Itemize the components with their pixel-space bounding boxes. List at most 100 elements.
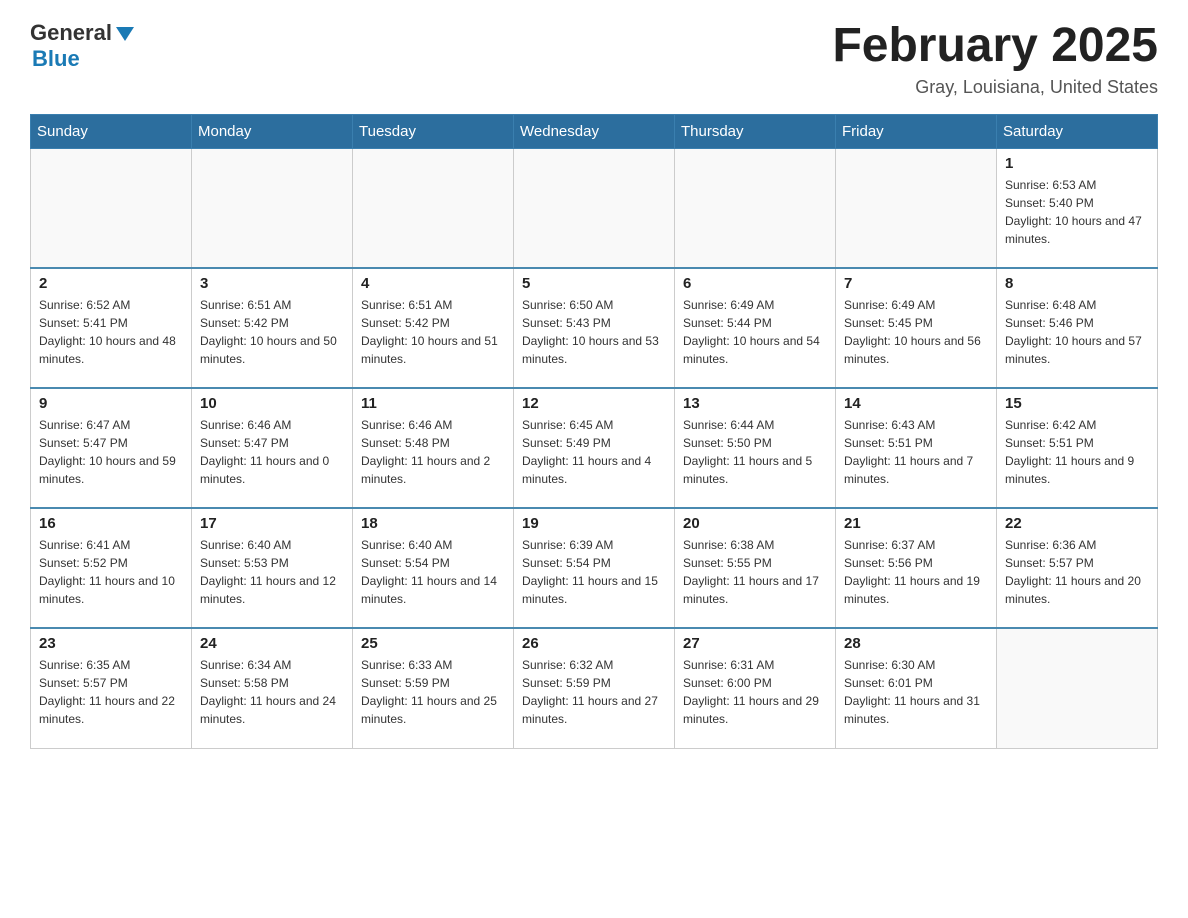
calendar-cell: 17 Sunrise: 6:40 AMSunset: 5:53 PMDayligh… [192,508,353,628]
calendar-cell [514,148,675,268]
day-info: Sunrise: 6:51 AMSunset: 5:42 PMDaylight:… [361,296,505,368]
column-header-friday: Friday [836,114,997,148]
day-number: 7 [844,275,988,292]
day-number: 20 [683,515,827,532]
calendar-cell: 18Sunrise: 6:40 AMSunset: 5:54 PMDayligh… [353,508,514,628]
calendar-cell: 3 Sunrise: 6:51 AMSunset: 5:42 PMDaylight… [192,268,353,388]
calendar-cell: 27 Sunrise: 6:31 AMSunset: 6:00 PMDayligh… [675,628,836,748]
calendar-cell [31,148,192,268]
calendar-cell: 22Sunrise: 6:36 AMSunset: 5:57 PMDayligh… [997,508,1158,628]
month-title: February 2025 [832,20,1158,73]
day-info: Sunrise: 6:53 AMSunset: 5:40 PMDaylight:… [1005,176,1149,248]
day-info: Sunrise: 6:50 AMSunset: 5:43 PMDaylight:… [522,296,666,368]
day-info: Sunrise: 6:40 AMSunset: 5:53 PMDaylight:… [200,536,344,608]
column-header-tuesday: Tuesday [353,114,514,148]
calendar-cell: 16 Sunrise: 6:41 AMSunset: 5:52 PMDayligh… [31,508,192,628]
calendar-cell [675,148,836,268]
day-info: Sunrise: 6:52 AMSunset: 5:41 PMDaylight:… [39,296,183,368]
calendar-cell: 25 Sunrise: 6:33 AMSunset: 5:59 PMDayligh… [353,628,514,748]
day-info: Sunrise: 6:47 AMSunset: 5:47 PMDaylight:… [39,416,183,488]
day-info: Sunrise: 6:33 AMSunset: 5:59 PMDaylight:… [361,656,505,728]
calendar-week-2: 9 Sunrise: 6:47 AMSunset: 5:47 PMDaylight… [31,388,1158,508]
logo: General Blue [30,20,136,72]
calendar-cell: 9 Sunrise: 6:47 AMSunset: 5:47 PMDaylight… [31,388,192,508]
day-info: Sunrise: 6:39 AMSunset: 5:54 PMDaylight:… [522,536,666,608]
day-number: 3 [200,275,344,292]
day-info: Sunrise: 6:35 AMSunset: 5:57 PMDaylight:… [39,656,183,728]
day-info: Sunrise: 6:42 AMSunset: 5:51 PMDaylight:… [1005,416,1149,488]
day-number: 2 [39,275,183,292]
calendar-cell: 13 Sunrise: 6:44 AMSunset: 5:50 PMDayligh… [675,388,836,508]
logo-general-text: General [30,20,112,46]
day-info: Sunrise: 6:40 AMSunset: 5:54 PMDaylight:… [361,536,505,608]
day-number: 21 [844,515,988,532]
day-number: 24 [200,635,344,652]
calendar-cell: 23 Sunrise: 6:35 AMSunset: 5:57 PMDayligh… [31,628,192,748]
calendar-cell: 12 Sunrise: 6:45 AMSunset: 5:49 PMDayligh… [514,388,675,508]
calendar-cell: 14Sunrise: 6:43 AMSunset: 5:51 PMDayligh… [836,388,997,508]
day-number: 8 [1005,275,1149,292]
day-info: Sunrise: 6:41 AMSunset: 5:52 PMDaylight:… [39,536,183,608]
day-number: 26 [522,635,666,652]
calendar-cell: 5 Sunrise: 6:50 AMSunset: 5:43 PMDaylight… [514,268,675,388]
calendar-cell [353,148,514,268]
column-header-thursday: Thursday [675,114,836,148]
day-info: Sunrise: 6:51 AMSunset: 5:42 PMDaylight:… [200,296,344,368]
day-number: 27 [683,635,827,652]
calendar-cell: 26Sunrise: 6:32 AMSunset: 5:59 PMDayligh… [514,628,675,748]
calendar-cell: 10 Sunrise: 6:46 AMSunset: 5:47 PMDayligh… [192,388,353,508]
day-info: Sunrise: 6:49 AMSunset: 5:44 PMDaylight:… [683,296,827,368]
calendar-cell: 21 Sunrise: 6:37 AMSunset: 5:56 PMDayligh… [836,508,997,628]
calendar-cell: 1 Sunrise: 6:53 AMSunset: 5:40 PMDaylight… [997,148,1158,268]
day-number: 15 [1005,395,1149,412]
day-info: Sunrise: 6:46 AMSunset: 5:47 PMDaylight:… [200,416,344,488]
day-info: Sunrise: 6:37 AMSunset: 5:56 PMDaylight:… [844,536,988,608]
day-info: Sunrise: 6:49 AMSunset: 5:45 PMDaylight:… [844,296,988,368]
day-info: Sunrise: 6:38 AMSunset: 5:55 PMDaylight:… [683,536,827,608]
page-header: General Blue February 2025 Gray, Louisia… [30,20,1158,98]
calendar-cell [836,148,997,268]
day-info: Sunrise: 6:34 AMSunset: 5:58 PMDaylight:… [200,656,344,728]
location: Gray, Louisiana, United States [832,77,1158,98]
day-number: 28 [844,635,988,652]
day-number: 13 [683,395,827,412]
day-number: 10 [200,395,344,412]
calendar-week-0: 1 Sunrise: 6:53 AMSunset: 5:40 PMDaylight… [31,148,1158,268]
day-number: 1 [1005,155,1149,172]
day-info: Sunrise: 6:46 AMSunset: 5:48 PMDaylight:… [361,416,505,488]
day-number: 23 [39,635,183,652]
calendar-cell [192,148,353,268]
calendar-cell: 24 Sunrise: 6:34 AMSunset: 5:58 PMDayligh… [192,628,353,748]
day-number: 16 [39,515,183,532]
title-area: February 2025 Gray, Louisiana, United St… [832,20,1158,98]
day-info: Sunrise: 6:31 AMSunset: 6:00 PMDaylight:… [683,656,827,728]
logo-triangle-icon [114,23,136,45]
day-number: 19 [522,515,666,532]
day-info: Sunrise: 6:45 AMSunset: 5:49 PMDaylight:… [522,416,666,488]
calendar-cell [997,628,1158,748]
calendar-cell: 28 Sunrise: 6:30 AMSunset: 6:01 PMDayligh… [836,628,997,748]
calendar-cell: 19 Sunrise: 6:39 AMSunset: 5:54 PMDayligh… [514,508,675,628]
calendar-cell: 11 Sunrise: 6:46 AMSunset: 5:48 PMDayligh… [353,388,514,508]
day-number: 12 [522,395,666,412]
calendar-week-4: 23 Sunrise: 6:35 AMSunset: 5:57 PMDayligh… [31,628,1158,748]
calendar-table: SundayMondayTuesdayWednesdayThursdayFrid… [30,114,1158,749]
day-info: Sunrise: 6:44 AMSunset: 5:50 PMDaylight:… [683,416,827,488]
day-number: 9 [39,395,183,412]
day-number: 25 [361,635,505,652]
day-info: Sunrise: 6:43 AMSunset: 5:51 PMDaylight:… [844,416,988,488]
day-number: 11 [361,395,505,412]
day-number: 5 [522,275,666,292]
day-info: Sunrise: 6:30 AMSunset: 6:01 PMDaylight:… [844,656,988,728]
day-number: 4 [361,275,505,292]
calendar-header-row: SundayMondayTuesdayWednesdayThursdayFrid… [31,114,1158,148]
calendar-cell: 4 Sunrise: 6:51 AMSunset: 5:42 PMDaylight… [353,268,514,388]
column-header-monday: Monday [192,114,353,148]
day-info: Sunrise: 6:48 AMSunset: 5:46 PMDaylight:… [1005,296,1149,368]
calendar-cell: 20 Sunrise: 6:38 AMSunset: 5:55 PMDayligh… [675,508,836,628]
calendar-cell: 6Sunrise: 6:49 AMSunset: 5:44 PMDaylight… [675,268,836,388]
column-header-saturday: Saturday [997,114,1158,148]
calendar-cell: 7 Sunrise: 6:49 AMSunset: 5:45 PMDaylight… [836,268,997,388]
day-number: 17 [200,515,344,532]
day-info: Sunrise: 6:36 AMSunset: 5:57 PMDaylight:… [1005,536,1149,608]
